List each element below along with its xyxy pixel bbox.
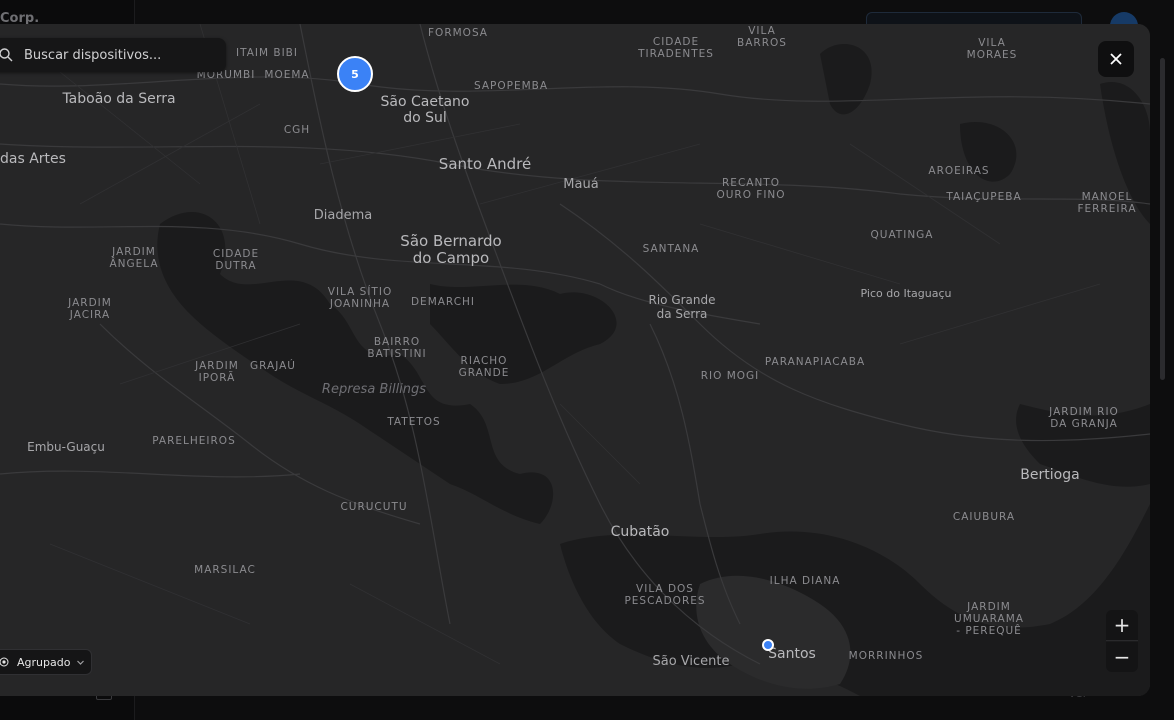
map-label: RIO MOGI xyxy=(700,370,760,382)
map-label: AROEIRAS xyxy=(928,165,990,177)
map-label: BAIRRO BATISTINI xyxy=(367,336,427,361)
map-label: Cubatão xyxy=(610,524,670,540)
map-label: JARDIM IPORÃ xyxy=(195,360,239,385)
map-label: Embu-Guaçu xyxy=(27,440,105,454)
map-label: Taboão da Serra xyxy=(62,91,176,107)
map-label: Santo André xyxy=(438,155,532,173)
map-label: VILA SÍTIO JOANINHA xyxy=(327,286,393,311)
map-label: Mauá xyxy=(563,177,599,192)
map-label: JARDIM JACIRA xyxy=(68,297,112,322)
search-icon xyxy=(0,48,13,62)
grouping-mode-select[interactable]: Agrupado xyxy=(0,649,92,675)
device-search[interactable] xyxy=(0,38,226,72)
chevron-down-icon xyxy=(77,660,85,665)
zoom-in-button[interactable]: + xyxy=(1106,610,1138,641)
map-label: RIACHO GRANDE xyxy=(458,355,510,380)
map-label: São Vicente xyxy=(652,654,730,669)
map-label: MANOEL FERREIRA xyxy=(1077,191,1137,216)
zoom-out-button[interactable]: − xyxy=(1106,642,1138,672)
map-label: ILHA DIANA xyxy=(769,575,841,587)
map-label: VILA MORAES xyxy=(966,37,1018,62)
map-label: Bertioga xyxy=(1020,467,1080,483)
search-input[interactable] xyxy=(22,46,216,64)
map-label: Represa Billings xyxy=(321,382,427,397)
map-label: CIDADE DUTRA xyxy=(212,248,260,273)
map-label: São Bernardo do Campo xyxy=(400,232,502,268)
map-label: CAIUBURA xyxy=(952,511,1016,523)
map-label: VILA DOS PESCADORES xyxy=(624,583,706,608)
map-label: Pico do Itaguaçu xyxy=(860,287,952,300)
map-label: SAPOPEMBA xyxy=(473,80,549,92)
map-label: CURUCUTU xyxy=(340,501,408,513)
close-icon xyxy=(1110,53,1122,65)
map-label: PARELHEIROS xyxy=(152,435,236,447)
map-label: das Artes xyxy=(0,151,66,167)
map-label: São Caetano do Sul xyxy=(380,94,470,127)
close-button[interactable] xyxy=(1098,41,1134,77)
map-label: JARDIM RIO DA GRANJA xyxy=(1049,406,1119,431)
map-label: ITAIM BIBI xyxy=(236,47,298,59)
map-label: Diadema xyxy=(313,208,373,223)
map-label: QUATINGA xyxy=(870,229,934,241)
map-modal: FORMOSA ITAIM BIBI MORUMBI MOEMA Taboão … xyxy=(0,24,1150,696)
map-canvas[interactable] xyxy=(0,24,1150,696)
map-label: Rio Grande da Serra xyxy=(648,293,716,321)
map-label: MORRINHOS xyxy=(848,650,924,662)
device-cluster[interactable]: 5 xyxy=(337,56,373,92)
map-label: VILA BARROS xyxy=(737,25,787,50)
map-label: DEMARCHI xyxy=(410,296,476,308)
map-label: Santos xyxy=(768,646,816,662)
device-marker[interactable] xyxy=(762,639,774,651)
map-label: TATETOS xyxy=(387,416,441,428)
map-label: CIDADE TIRADENTES xyxy=(638,36,714,61)
map-label: MARSILAC xyxy=(194,564,256,576)
map-label: JARDIM UMUARAMA - PEREQUÊ xyxy=(954,601,1024,638)
page-scrollbar[interactable] xyxy=(1160,58,1165,380)
map-label: PARANAPIACABA xyxy=(764,356,866,368)
map-label: MOEMA xyxy=(264,69,310,81)
map-label: FORMOSA xyxy=(428,27,488,39)
map-label: SANTANA xyxy=(642,243,700,255)
map-label: GRAJAÚ xyxy=(250,360,296,372)
map-label: JARDIM ÂNGELA xyxy=(109,246,159,271)
map-label: TAIAÇUPEBA xyxy=(946,191,1022,203)
grouping-mode-label: Agrupado xyxy=(17,655,71,669)
target-icon xyxy=(0,657,9,667)
map-label: CGH xyxy=(283,124,311,136)
map-label: RECANTO OURO FINO xyxy=(716,177,786,202)
